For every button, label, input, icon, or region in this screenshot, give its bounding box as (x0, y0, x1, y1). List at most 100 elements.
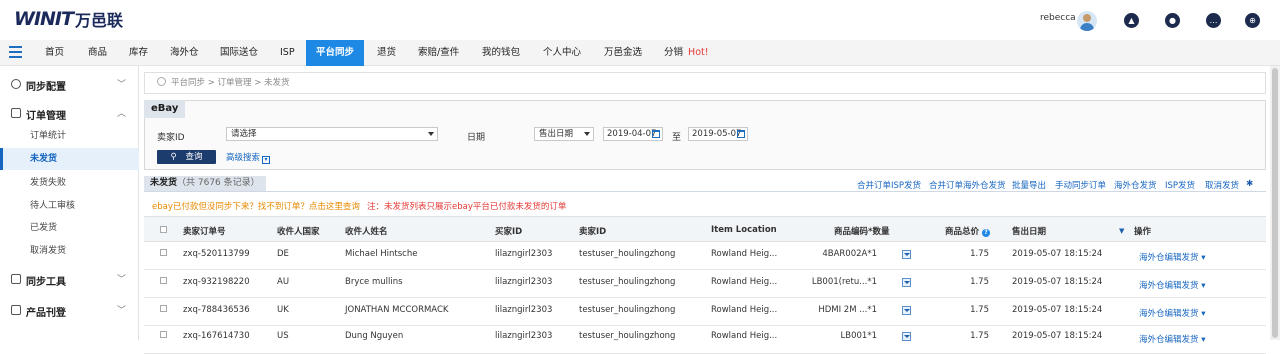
nav-distribution[interactable]: 分销 Hot! (664, 40, 709, 66)
isp-ship-link[interactable]: ISP发货 (1165, 179, 1195, 191)
edit-ship-dropdown[interactable]: 海外仓编辑发货 ▾ (1139, 333, 1205, 345)
date-to-input[interactable]: 2019-05-07 (688, 127, 748, 141)
nav-intl-delivery[interactable]: 国际送仓 (220, 40, 258, 66)
warehouse-ship-link[interactable]: 海外仓发货 (1114, 179, 1157, 191)
sidebar-group-product-listing[interactable]: 产品刊登 ﹀ (0, 300, 139, 322)
row-checkbox[interactable] (160, 331, 167, 338)
col-sold-date[interactable]: 售出日期 (1012, 225, 1046, 237)
menu-toggle-icon[interactable] (9, 46, 22, 59)
sidebar-item-shipped[interactable]: 已发货 (0, 217, 139, 239)
support-icon[interactable]: ● (1165, 13, 1180, 28)
cell-country: UK (277, 305, 289, 315)
cell-order-no[interactable]: zxq-520113799 (183, 249, 250, 259)
col-sku-qty[interactable]: 商品编码*数量 (834, 225, 889, 237)
hot-badge: Hot! (688, 47, 709, 58)
breadcrumb-text[interactable]: 平台同步 > 订单管理 > 未发货 (171, 78, 290, 88)
edit-ship-label: 海外仓编辑发货 (1139, 309, 1199, 319)
col-buyer-id[interactable]: 买家ID (495, 225, 522, 237)
nav-distribution-label: 分销 (664, 47, 684, 58)
cell-order-no[interactable]: zxq-788436536 (183, 305, 250, 315)
cell-price: 1.75 (970, 305, 989, 315)
tab-unshipped-label: 未发货 (150, 178, 178, 188)
nav-inventory[interactable]: 库存 (129, 40, 148, 66)
cancel-ship-link[interactable]: 取消发货 (1205, 179, 1239, 191)
select-all-checkbox[interactable] (160, 226, 167, 233)
date-from-input[interactable]: 2019-04-07 (603, 127, 663, 141)
logo[interactable]: WINIT 万邑联 (14, 8, 123, 30)
tab-ebay[interactable]: eBay (144, 100, 186, 118)
edit-ship-dropdown[interactable]: 海外仓编辑发货 ▾ (1139, 307, 1205, 319)
settings-gear-icon[interactable]: ✱ (1246, 179, 1253, 189)
caret-down-icon (584, 132, 590, 136)
edit-ship-dropdown[interactable]: 海外仓编辑发货 ▾ (1139, 279, 1205, 291)
nav-wallet[interactable]: 我的钱包 (482, 40, 520, 66)
sku-dropdown-icon[interactable] (902, 250, 911, 259)
nav-winit-select[interactable]: 万邑金选 (604, 40, 642, 66)
upload-icon[interactable]: ▲ (1124, 13, 1139, 28)
nav-products[interactable]: 商品 (88, 40, 107, 66)
chat-icon[interactable]: … (1206, 13, 1221, 28)
sidebar-group-label: 同步工具 (26, 277, 66, 288)
row-checkbox[interactable] (160, 249, 167, 256)
calendar-icon[interactable] (652, 130, 660, 138)
date-type-select[interactable]: 售出日期 (534, 127, 594, 141)
sku-dropdown-icon[interactable] (902, 278, 911, 287)
query-button[interactable]: ⚲ 查询 (157, 150, 216, 164)
table-row: zxq-167614730 US Dung Nguyen lilazngirl2… (144, 326, 1266, 354)
avatar[interactable] (1077, 11, 1097, 31)
col-item-location[interactable]: Item Location (711, 225, 777, 235)
sidebar-group-label: 订单管理 (26, 111, 66, 122)
sidebar-item-unshipped[interactable]: 未发货 (0, 148, 139, 170)
cell-sku: HDMI 2M ...*1 (818, 305, 877, 315)
nav-isp[interactable]: ISP (280, 40, 295, 66)
col-total-price[interactable]: 商品总价? (945, 225, 991, 237)
nav-platform-sync[interactable]: 平台同步 (306, 40, 365, 66)
scrollbar-thumb[interactable] (1272, 68, 1278, 338)
divider (144, 191, 1266, 192)
cell-recipient: Michael Hintsche (345, 249, 418, 259)
logo-name: 万邑联 (74, 11, 123, 30)
col-recipient-name[interactable]: 收件人姓名 (345, 225, 388, 237)
filter-icon[interactable]: ▼ (1119, 227, 1124, 235)
sidebar-group-sync-config[interactable]: 同步配置 ﹀ (0, 74, 139, 96)
batch-export-link[interactable]: 批量导出 (1012, 179, 1046, 191)
cell-order-no[interactable]: zxq-932198220 (183, 277, 250, 287)
seller-id-select[interactable]: 请选择 (226, 127, 438, 141)
globe-icon[interactable]: ⊕ (1245, 13, 1260, 28)
sidebar-group-label: 产品刊登 (26, 308, 66, 319)
sidebar-item-ship-failed[interactable]: 发货失败 (0, 172, 139, 194)
row-checkbox[interactable] (160, 277, 167, 284)
col-seller-id[interactable]: 卖家ID (579, 225, 606, 237)
sidebar-item-cancel-shipping[interactable]: 取消发货 (0, 240, 139, 262)
cell-buyer-id: lilazngirl2303 (495, 277, 553, 287)
main-nav: 首页 商品 库存 海外仓 国际送仓 ISP 平台同步 退货 索赔/查件 我的钱包… (0, 40, 1280, 66)
nav-returns[interactable]: 退货 (377, 40, 396, 66)
nav-home[interactable]: 首页 (45, 40, 64, 66)
home-icon (11, 305, 21, 315)
sku-dropdown-icon[interactable] (902, 306, 911, 315)
nav-claims[interactable]: 索赔/查件 (418, 40, 459, 66)
calendar-icon[interactable] (737, 130, 745, 138)
tab-unshipped[interactable]: 未发货（共 7676 条记录） (144, 176, 266, 191)
help-icon[interactable]: ? (982, 229, 991, 237)
edit-ship-dropdown[interactable]: 海外仓编辑发货 ▾ (1139, 251, 1205, 263)
nav-user-center[interactable]: 个人中心 (543, 40, 581, 66)
advanced-search-toggle[interactable]: 高级搜索 ▾ (226, 151, 271, 164)
sidebar-group-sync-tools[interactable]: 同步工具 ﹀ (0, 269, 139, 291)
merge-isp-ship-link[interactable]: 合并订单ISP发货 (857, 179, 921, 191)
date-label: 日期 (467, 133, 486, 143)
sidebar-item-order-stats[interactable]: 订单统计 (0, 125, 139, 147)
sidebar-item-manual-review[interactable]: 待人工审核 (0, 195, 139, 217)
username[interactable]: rebecca (1040, 13, 1076, 23)
sidebar: 同步配置 ﹀ 订单管理 ︿ 订单统计 未发货 发货失败 待人工审核 已发货 取消… (0, 66, 139, 340)
merge-warehouse-ship-link[interactable]: 合并订单海外仓发货 (929, 179, 1006, 191)
row-checkbox[interactable] (160, 305, 167, 312)
col-seller-order-no[interactable]: 卖家订单号 (183, 225, 226, 237)
sidebar-group-order-mgmt[interactable]: 订单管理 ︿ (0, 103, 139, 125)
scrollbar[interactable] (1270, 66, 1280, 340)
col-recipient-country[interactable]: 收件人国家 (277, 225, 320, 237)
sync-help-link[interactable]: ebay已付款但没同步下来？找不到订单？点击这里查询 (152, 200, 360, 212)
nav-overseas-warehouse[interactable]: 海外仓 (170, 40, 199, 66)
cell-sku: LB001(retu...*1 (811, 277, 877, 287)
manual-sync-link[interactable]: 手动同步订单 (1055, 179, 1106, 191)
